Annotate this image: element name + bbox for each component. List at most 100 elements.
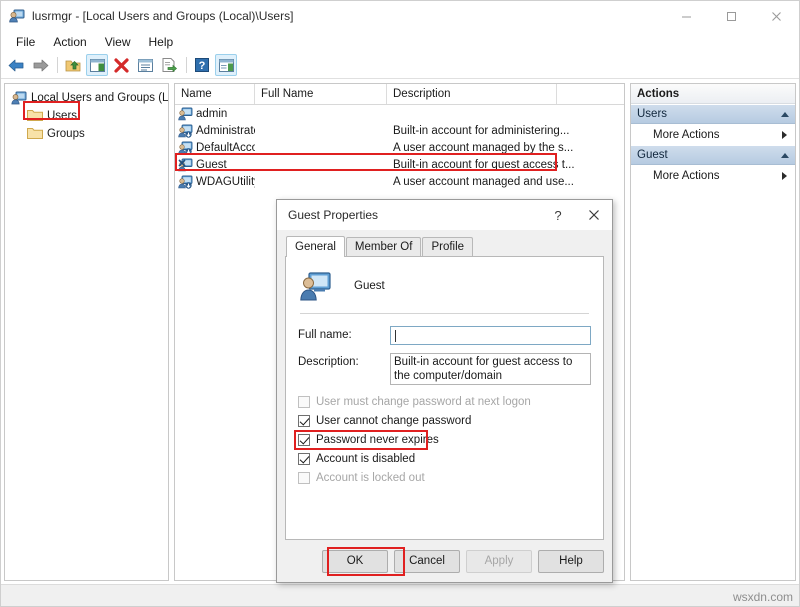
tab-member-of[interactable]: Member Of	[346, 237, 422, 256]
account-name: Guest	[354, 280, 385, 292]
minimize-button[interactable]	[664, 1, 709, 31]
checkbox-row-password-never-expires[interactable]: Password never expires	[298, 431, 591, 449]
checkbox-label-account-locked-out: Account is locked out	[316, 472, 425, 484]
close-button[interactable]	[754, 1, 799, 31]
help-icon[interactable]: ?	[191, 54, 213, 76]
row-name-cell: Administrator	[175, 124, 255, 138]
tree-item-users[interactable]: Users	[9, 107, 168, 125]
toolbar: ?	[1, 52, 799, 79]
actions-group-users[interactable]: Users	[631, 104, 795, 124]
window-controls	[664, 1, 799, 31]
checkbox-must-change-password	[298, 396, 310, 408]
maximize-button[interactable]	[709, 1, 754, 31]
row-name-cell: DefaultAcco...	[175, 141, 255, 155]
user-disabled-icon	[178, 124, 193, 138]
user-guest-icon	[178, 158, 193, 172]
row-name-text: WDAGUtility...	[196, 176, 255, 188]
table-row[interactable]: Guest Built-in account for quest access …	[175, 156, 624, 173]
list-header: Name Full Name Description	[175, 84, 624, 105]
user-account-large-icon	[300, 271, 332, 301]
users-console-icon	[9, 8, 25, 24]
checkbox-row-account-locked-out[interactable]: Account is locked out	[298, 469, 591, 487]
actions-guest-more-actions-label: More Actions	[653, 170, 719, 182]
menu-file[interactable]: File	[7, 33, 44, 51]
dialog-title-buttons: ?	[540, 200, 612, 230]
row-description-cell: A user account managed and use...	[387, 176, 587, 188]
dialog-footer: OK Cancel Apply Help	[277, 540, 612, 582]
description-label: Description:	[298, 353, 390, 368]
delete-icon[interactable]	[110, 54, 132, 76]
user-disabled-icon	[178, 175, 193, 189]
folder-icon	[27, 126, 43, 142]
text-caret	[395, 330, 396, 342]
chevron-up-icon[interactable]	[781, 112, 789, 117]
checkbox-row-account-disabled[interactable]: Account is disabled	[298, 450, 591, 468]
dialog-tabs: General Member Of Profile	[286, 236, 604, 256]
actions-group-guest-label: Guest	[637, 149, 668, 161]
tree-item-groups[interactable]: Groups	[9, 125, 168, 143]
dialog-help-button[interactable]: ?	[540, 200, 576, 230]
forward-icon[interactable]	[29, 54, 51, 76]
table-row[interactable]: Administrator Built-in account for admin…	[175, 122, 624, 139]
svg-text:?: ?	[199, 60, 206, 72]
column-header-name[interactable]: Name	[175, 84, 255, 104]
checkbox-row-cannot-change-password[interactable]: User cannot change password	[298, 412, 591, 430]
row-description-cell: Built-in account for administering...	[387, 125, 587, 137]
up-folder-icon[interactable]	[62, 54, 84, 76]
cancel-button[interactable]: Cancel	[394, 550, 460, 573]
actions-group-guest[interactable]: Guest	[631, 145, 795, 165]
properties-icon[interactable]	[134, 54, 156, 76]
console-tree-pane: Local Users and Groups (Local) Users	[4, 83, 169, 581]
tab-general[interactable]: General	[286, 236, 345, 257]
full-name-label: Full name:	[298, 326, 390, 341]
user-icon	[178, 107, 193, 121]
ok-button[interactable]: OK	[322, 550, 388, 573]
account-options: User must change password at next logon …	[298, 393, 591, 487]
checkbox-account-disabled[interactable]	[298, 453, 310, 465]
column-header-filler	[557, 84, 624, 104]
checkbox-row-must-change-password[interactable]: User must change password at next logon	[298, 393, 591, 411]
checkbox-cannot-change-password[interactable]	[298, 415, 310, 427]
tab-profile[interactable]: Profile	[422, 237, 473, 256]
menu-view[interactable]: View	[96, 33, 140, 51]
status-bar	[1, 584, 799, 606]
row-description-cell: A user account managed by the s...	[387, 142, 587, 154]
checkbox-label-account-disabled: Account is disabled	[316, 453, 415, 465]
actions-group-users-label: Users	[637, 108, 667, 120]
folder-icon	[27, 108, 43, 124]
back-icon[interactable]	[5, 54, 27, 76]
tree-item-root[interactable]: Local Users and Groups (Local)	[9, 89, 168, 107]
list-rows: admin	[175, 105, 624, 190]
checkbox-account-locked-out	[298, 472, 310, 484]
window-title: lusrmgr - [Local Users and Groups (Local…	[32, 9, 293, 23]
divider	[300, 313, 589, 314]
chevron-up-icon[interactable]	[781, 153, 789, 158]
row-description-cell: Built-in account for quest access t...	[387, 159, 587, 171]
checkbox-password-never-expires[interactable]	[298, 434, 310, 446]
column-header-description[interactable]: Description	[387, 84, 557, 104]
full-name-input[interactable]	[390, 326, 591, 345]
column-header-full-name[interactable]: Full Name	[255, 84, 387, 104]
table-row[interactable]: DefaultAcco... A user account managed by…	[175, 139, 624, 156]
toolbar-separator	[57, 57, 58, 73]
description-input[interactable]: Built-in account for guest access to the…	[390, 353, 591, 385]
row-name-text: admin	[196, 108, 227, 120]
table-row[interactable]: admin	[175, 105, 624, 122]
tree-root-label: Local Users and Groups (Local)	[31, 92, 169, 104]
console-root-icon	[11, 90, 27, 106]
menu-help[interactable]: Help	[140, 33, 183, 51]
apply-button: Apply	[466, 550, 532, 573]
row-name-text: DefaultAcco...	[196, 142, 255, 154]
show-hide-action-pane-icon[interactable]	[215, 54, 237, 76]
show-hide-console-tree-icon[interactable]	[86, 54, 108, 76]
dialog-close-button[interactable]	[576, 200, 612, 230]
help-button[interactable]: Help	[538, 550, 604, 573]
checkbox-label-password-never-expires: Password never expires	[316, 434, 439, 446]
guest-properties-dialog: Guest Properties ? General Member Of Pro…	[276, 199, 613, 583]
actions-users-more-actions[interactable]: More Actions	[631, 124, 795, 145]
actions-guest-more-actions[interactable]: More Actions	[631, 165, 795, 186]
table-row[interactable]: WDAGUtility... A user account managed an…	[175, 173, 624, 190]
export-list-icon[interactable]	[158, 54, 180, 76]
menu-action[interactable]: Action	[44, 33, 95, 51]
actions-users-more-actions-label: More Actions	[653, 129, 719, 141]
